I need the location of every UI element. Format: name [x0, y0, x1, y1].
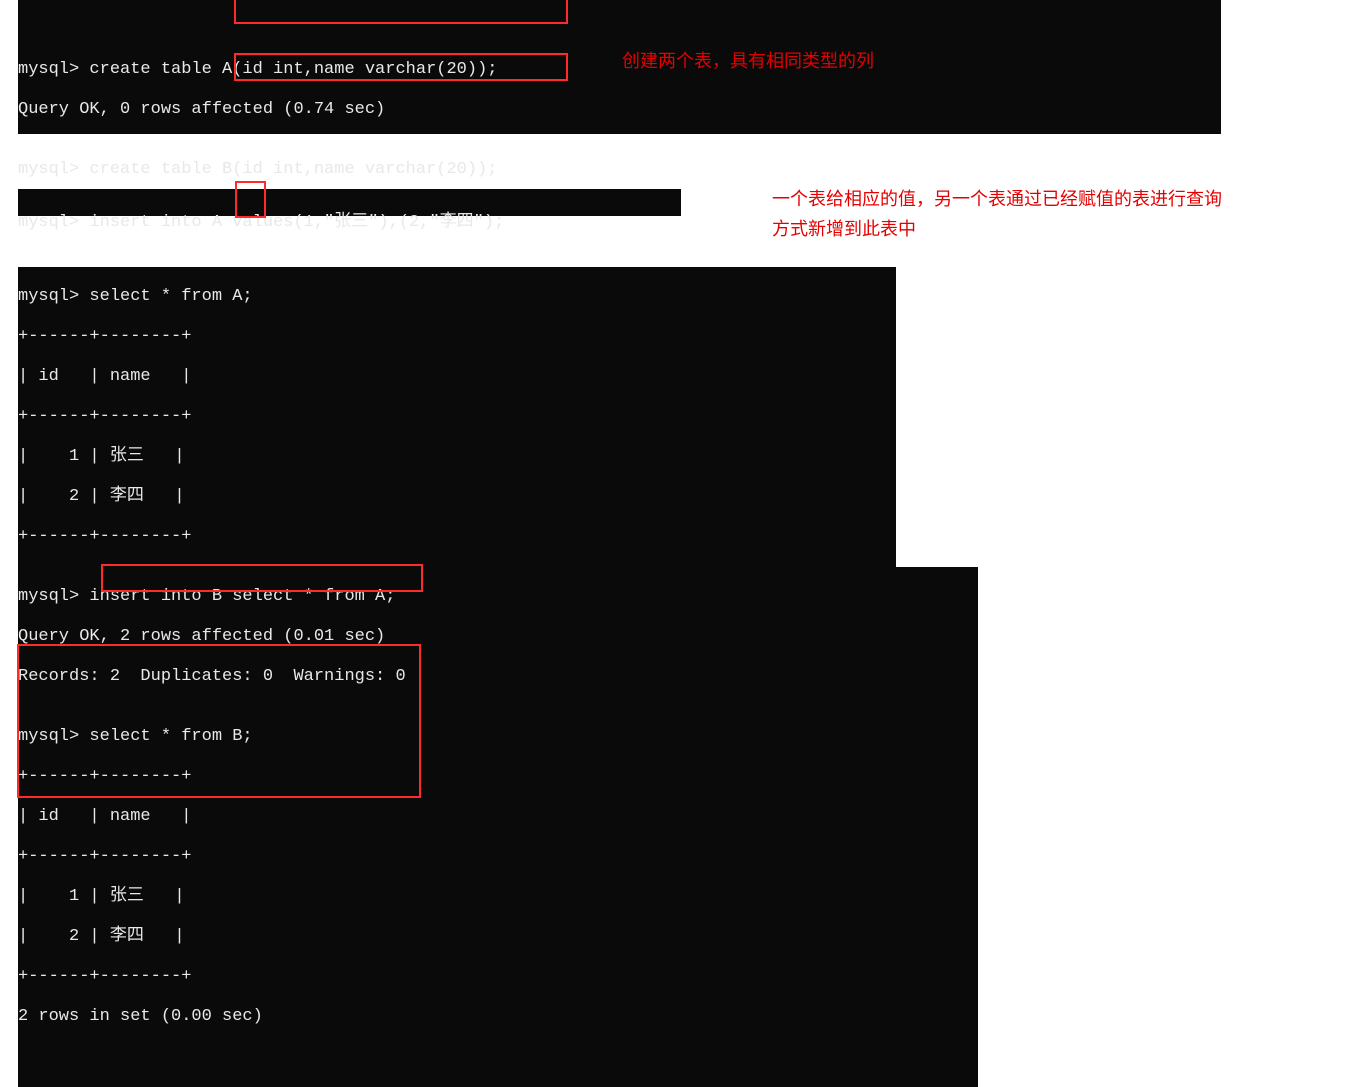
- annotation-1: 创建两个表，具有相同类型的列: [622, 46, 874, 76]
- term-line: mysql> insert into A values(1,"张三"),(2,"…: [18, 212, 681, 234]
- term-line: mysql> select * from B;: [18, 727, 978, 747]
- term-line: | 1 | 张三 |: [18, 887, 978, 907]
- term-line: Query OK, 2 rows affected (0.01 sec): [18, 627, 978, 647]
- annotation-2: 一个表给相应的值，另一个表通过已经赋值的表进行查询方式新增到此表中: [772, 184, 1222, 244]
- term-line: | id | name |: [18, 807, 978, 827]
- term-line: Query OK, 0 rows affected (0.74 sec): [18, 100, 1221, 120]
- term-line: | 1 | 张三 |: [18, 447, 896, 467]
- terminal-block-3: mysql> select * from A; +------+--------…: [18, 267, 896, 567]
- terminal-block-1: mysql> create table A(id int,name varcha…: [18, 0, 1221, 134]
- term-line: +------+--------+: [18, 847, 978, 867]
- term-line: mysql> create table B(id int,name varcha…: [18, 160, 1221, 180]
- term-line: +------+--------+: [18, 407, 896, 427]
- term-line: | 2 | 李四 |: [18, 487, 896, 507]
- term-line: mysql> select * from A;: [18, 287, 896, 307]
- term-line: mysql> create table A(id int,name varcha…: [18, 60, 1221, 80]
- highlight-create-a: [234, 0, 568, 24]
- term-line: mysql> insert into B select * from A;: [18, 587, 978, 607]
- term-line: Records: 2 Duplicates: 0 Warnings: 0: [18, 667, 978, 687]
- term-line: +------+--------+: [18, 327, 896, 347]
- term-line: 2 rows in set (0.00 sec): [18, 1007, 978, 1027]
- term-line: | id | name |: [18, 367, 896, 387]
- term-line: +------+--------+: [18, 767, 978, 787]
- term-line: +------+--------+: [18, 967, 978, 987]
- terminal-block-4: mysql> insert into B select * from A; Qu…: [18, 567, 978, 1087]
- term-line: +------+--------+: [18, 527, 896, 547]
- terminal-block-2: mysql> insert into A values(1,"张三"),(2,"…: [18, 189, 681, 216]
- term-line: | 2 | 李四 |: [18, 927, 978, 947]
